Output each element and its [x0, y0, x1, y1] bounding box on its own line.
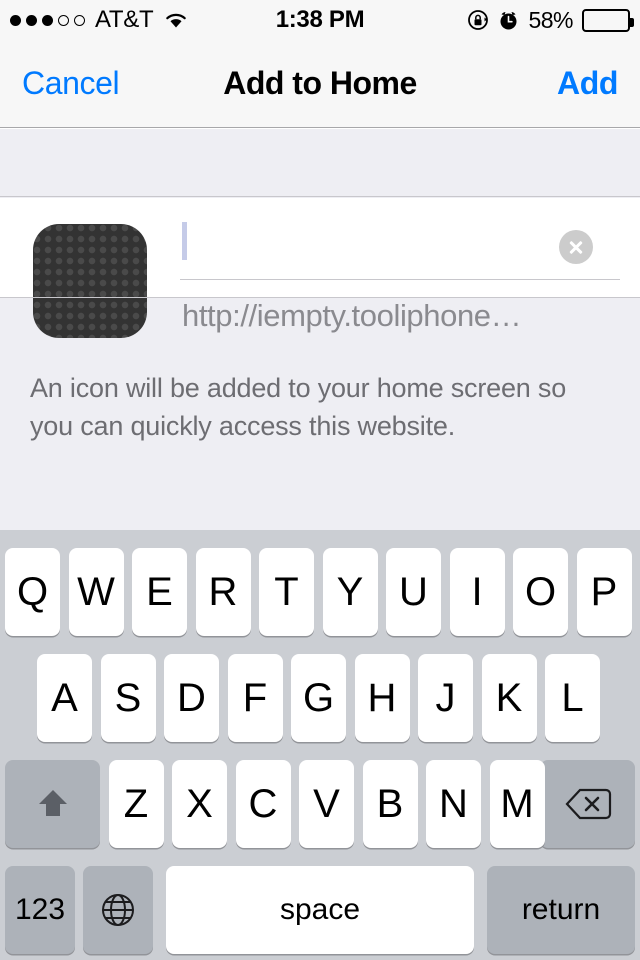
- website-thumbnail-icon: [33, 224, 147, 338]
- key-n[interactable]: N: [426, 760, 481, 848]
- key-y[interactable]: Y: [322, 548, 378, 636]
- backspace-key[interactable]: [540, 760, 635, 848]
- globe-language-icon: [98, 890, 138, 930]
- shift-up-arrow-icon: [34, 785, 72, 823]
- key-v[interactable]: V: [299, 760, 354, 848]
- key-r[interactable]: R: [195, 548, 251, 636]
- field-group: http://iempty.tooliphone…: [180, 218, 620, 378]
- battery-icon: [582, 8, 634, 32]
- text-cursor: [182, 222, 187, 260]
- key-u[interactable]: U: [386, 548, 441, 636]
- numbers-key[interactable]: 123: [5, 866, 75, 954]
- backspace-delete-icon: [564, 786, 612, 822]
- onscreen-keyboard: QWERTYUIOP ASDFGHJKL ZXCVBNM 123 space r…: [0, 530, 640, 960]
- footnote-text: An icon will be added to your home scree…: [30, 373, 567, 441]
- key-c[interactable]: C: [235, 760, 291, 848]
- key-q[interactable]: Q: [5, 548, 60, 636]
- key-o[interactable]: O: [513, 548, 568, 636]
- key-p[interactable]: P: [576, 548, 632, 636]
- name-field-row[interactable]: [180, 218, 620, 280]
- bookmark-name-input[interactable]: [192, 222, 542, 262]
- key-w[interactable]: W: [68, 548, 124, 636]
- clear-circle-icon[interactable]: [559, 230, 593, 264]
- key-x[interactable]: X: [172, 760, 227, 848]
- key-a[interactable]: A: [37, 654, 92, 742]
- key-m[interactable]: M: [489, 760, 545, 848]
- space-key[interactable]: space: [166, 866, 474, 954]
- key-h[interactable]: H: [354, 654, 410, 742]
- key-l[interactable]: L: [545, 654, 600, 742]
- content-area: http://iempty.tooliphone… An icon will b…: [0, 129, 640, 530]
- page-title: Add to Home: [223, 65, 417, 101]
- shift-key[interactable]: [5, 760, 100, 848]
- add-button[interactable]: Add: [557, 65, 618, 102]
- key-k[interactable]: K: [481, 654, 537, 742]
- keyboard-row-3: ZXCVBNM: [0, 760, 640, 848]
- key-s[interactable]: S: [100, 654, 156, 742]
- key-j[interactable]: J: [418, 654, 473, 742]
- key-e[interactable]: E: [132, 548, 187, 636]
- divider-top: [0, 196, 640, 197]
- top-spacer: [0, 129, 640, 197]
- rotation-lock-icon: [467, 9, 489, 31]
- keyboard-row-4: 123 space return: [0, 866, 640, 954]
- key-f[interactable]: F: [227, 654, 283, 742]
- key-t[interactable]: T: [259, 548, 314, 636]
- navigation-bar: Cancel Add to Home Add: [0, 40, 640, 128]
- keyboard-row-1: QWERTYUIOP: [0, 548, 640, 636]
- globe-key[interactable]: [83, 866, 153, 954]
- status-bar-right: 58%: [467, 0, 634, 40]
- alarm-clock-icon: [498, 10, 519, 31]
- status-bar: AT&T 1:38 PM 58%: [0, 0, 640, 40]
- return-key[interactable]: return: [487, 866, 635, 954]
- iphone-screen: AT&T 1:38 PM 58% Cancel Add to Home Add …: [0, 0, 640, 960]
- key-i[interactable]: I: [449, 548, 505, 636]
- key-b[interactable]: B: [362, 760, 418, 848]
- divider-card-bottom: [0, 297, 640, 298]
- bookmark-url-label: http://iempty.tooliphone…: [182, 298, 522, 333]
- bookmark-card: http://iempty.tooliphone…: [0, 198, 640, 338]
- key-z[interactable]: Z: [108, 760, 164, 848]
- key-d[interactable]: D: [164, 654, 219, 742]
- keyboard-row-2: ASDFGHJKL: [0, 654, 640, 742]
- key-g[interactable]: G: [291, 654, 346, 742]
- battery-percent-label: 58%: [528, 6, 573, 33]
